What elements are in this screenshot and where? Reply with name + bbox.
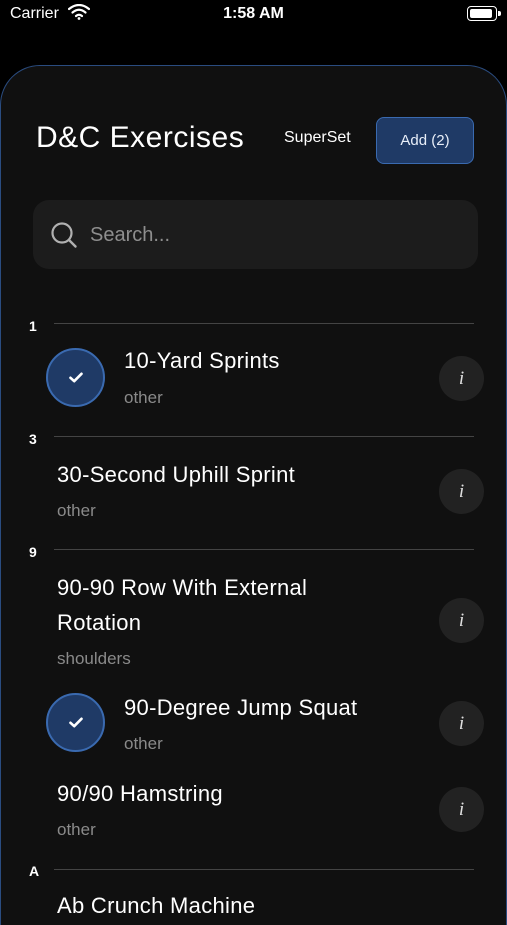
section-divider [54,869,474,870]
section-header-1: 1 [29,318,37,334]
search-input[interactable] [90,218,460,252]
superset-button[interactable]: SuperSet [284,129,351,147]
section-divider [54,436,474,437]
exercise-title: 10-Yard Sprints [124,348,280,373]
search-icon [50,221,78,254]
exercise-category: other [124,734,163,753]
checkmark-icon[interactable] [46,693,105,752]
exercise-category: other [57,501,96,520]
info-icon[interactable]: i [439,598,484,643]
info-icon[interactable]: i [439,469,484,514]
section-divider [54,549,474,550]
section-header-9: 9 [29,544,37,560]
exercise-title: 90-Degree Jump Squat [124,695,358,720]
info-icon[interactable]: i [439,356,484,401]
exercise-title: 90/90 Hamstring [57,781,223,806]
exercise-title-line-1: 90-90 Row With External [57,575,308,600]
status-bar: Carrier 1:58 AM [0,0,507,32]
info-icon[interactable]: i [439,787,484,832]
exercise-title: 30-Second Uphill Sprint [57,462,296,487]
checkmark-icon[interactable] [46,348,105,407]
search-bar[interactable] [33,200,478,269]
clock: 1:58 AM [223,5,284,22]
section-divider [54,323,474,324]
section-header-3: 3 [29,431,37,447]
exercise-picker-sheet: D&C Exercises SuperSet Add (2) 1 10-Yard… [0,65,507,925]
exercise-title-line-2: Rotation [57,610,142,635]
page-title: D&C Exercises [36,121,245,154]
exercise-category: other [57,820,96,839]
exercise-category: shoulders [57,649,131,668]
exercise-title: Ab Crunch Machine [57,893,256,918]
exercise-category: other [124,388,163,407]
battery-icon [467,6,501,21]
info-icon[interactable]: i [439,701,484,746]
section-header-a: A [29,863,40,879]
add-button[interactable]: Add (2) [376,117,474,164]
